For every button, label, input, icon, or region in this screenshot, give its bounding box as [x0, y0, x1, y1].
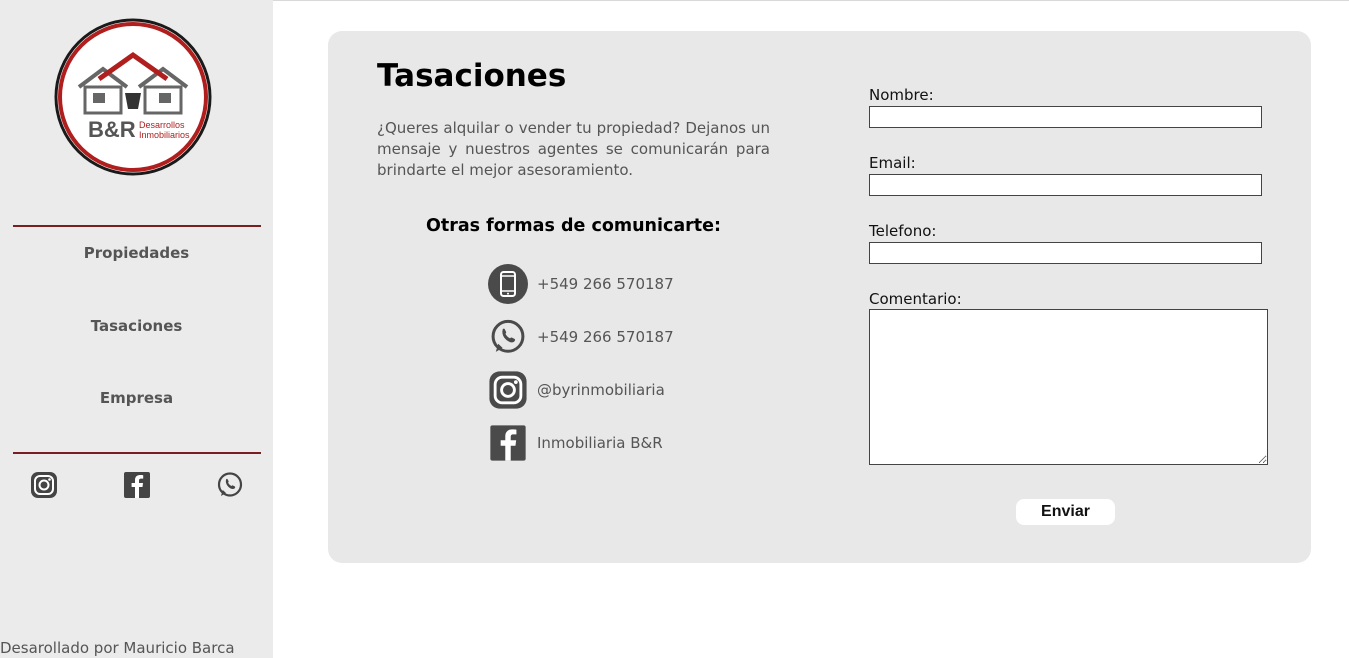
submit-button[interactable]: Enviar [1016, 499, 1115, 525]
nombre-input[interactable] [869, 106, 1262, 128]
email-input[interactable] [869, 174, 1262, 196]
whatsapp-icon[interactable] [216, 471, 244, 499]
sidebar-divider-bottom [13, 452, 261, 454]
intro-text: ¿Queres alquilar o vender tu propiedad? … [377, 119, 770, 179]
contact-phone-text: +549 266 570187 [537, 275, 674, 293]
logo-graphic: B&R Desarrollos Inmobiliarios [54, 18, 212, 176]
email-label: Email: [869, 154, 916, 172]
developer-credit: Desarollado por Mauricio Barca [0, 639, 235, 657]
contact-facebook-text: Inmobiliaria B&R [537, 434, 663, 452]
contact-instagram[interactable]: @byrinmobiliaria [487, 370, 665, 410]
sidebar-item-empresa[interactable]: Empresa [0, 389, 273, 407]
other-contact-title: Otras formas de comunicarte: [425, 216, 722, 236]
contact-whatsapp[interactable]: +549 266 570187 [487, 317, 674, 357]
instagram-icon[interactable] [30, 471, 58, 499]
contact-facebook[interactable]: Inmobiliaria B&R [487, 423, 663, 463]
whatsapp-icon [487, 317, 529, 357]
contact-phone[interactable]: +549 266 570187 [487, 264, 674, 304]
logo-text-line1: Desarrollos [139, 120, 185, 130]
facebook-icon [487, 423, 529, 463]
telefono-input[interactable] [869, 242, 1262, 264]
comentario-textarea[interactable] [869, 309, 1268, 465]
comentario-label: Comentario: [869, 290, 962, 308]
logo-text-main: B&R [88, 117, 136, 142]
logo-text-line2: Inmobiliarios [139, 130, 190, 140]
sidebar-item-propiedades[interactable]: Propiedades [0, 244, 273, 262]
top-border [273, 0, 1349, 1]
facebook-icon[interactable] [123, 471, 151, 499]
nombre-label: Nombre: [869, 86, 934, 104]
sidebar-item-tasaciones[interactable]: Tasaciones [0, 317, 273, 335]
phone-icon [487, 264, 529, 304]
main-card: Tasaciones ¿Queres alquilar o vender tu … [328, 31, 1311, 563]
sidebar: B&R Desarrollos Inmobiliarios Propiedade… [0, 0, 273, 658]
brand-logo[interactable]: B&R Desarrollos Inmobiliarios [53, 17, 213, 177]
sidebar-divider-top [13, 225, 261, 227]
instagram-icon [487, 370, 529, 410]
contact-instagram-text: @byrinmobiliaria [537, 381, 665, 399]
telefono-label: Telefono: [869, 222, 937, 240]
page-title: Tasaciones [377, 58, 567, 94]
contact-whatsapp-text: +549 266 570187 [537, 328, 674, 346]
